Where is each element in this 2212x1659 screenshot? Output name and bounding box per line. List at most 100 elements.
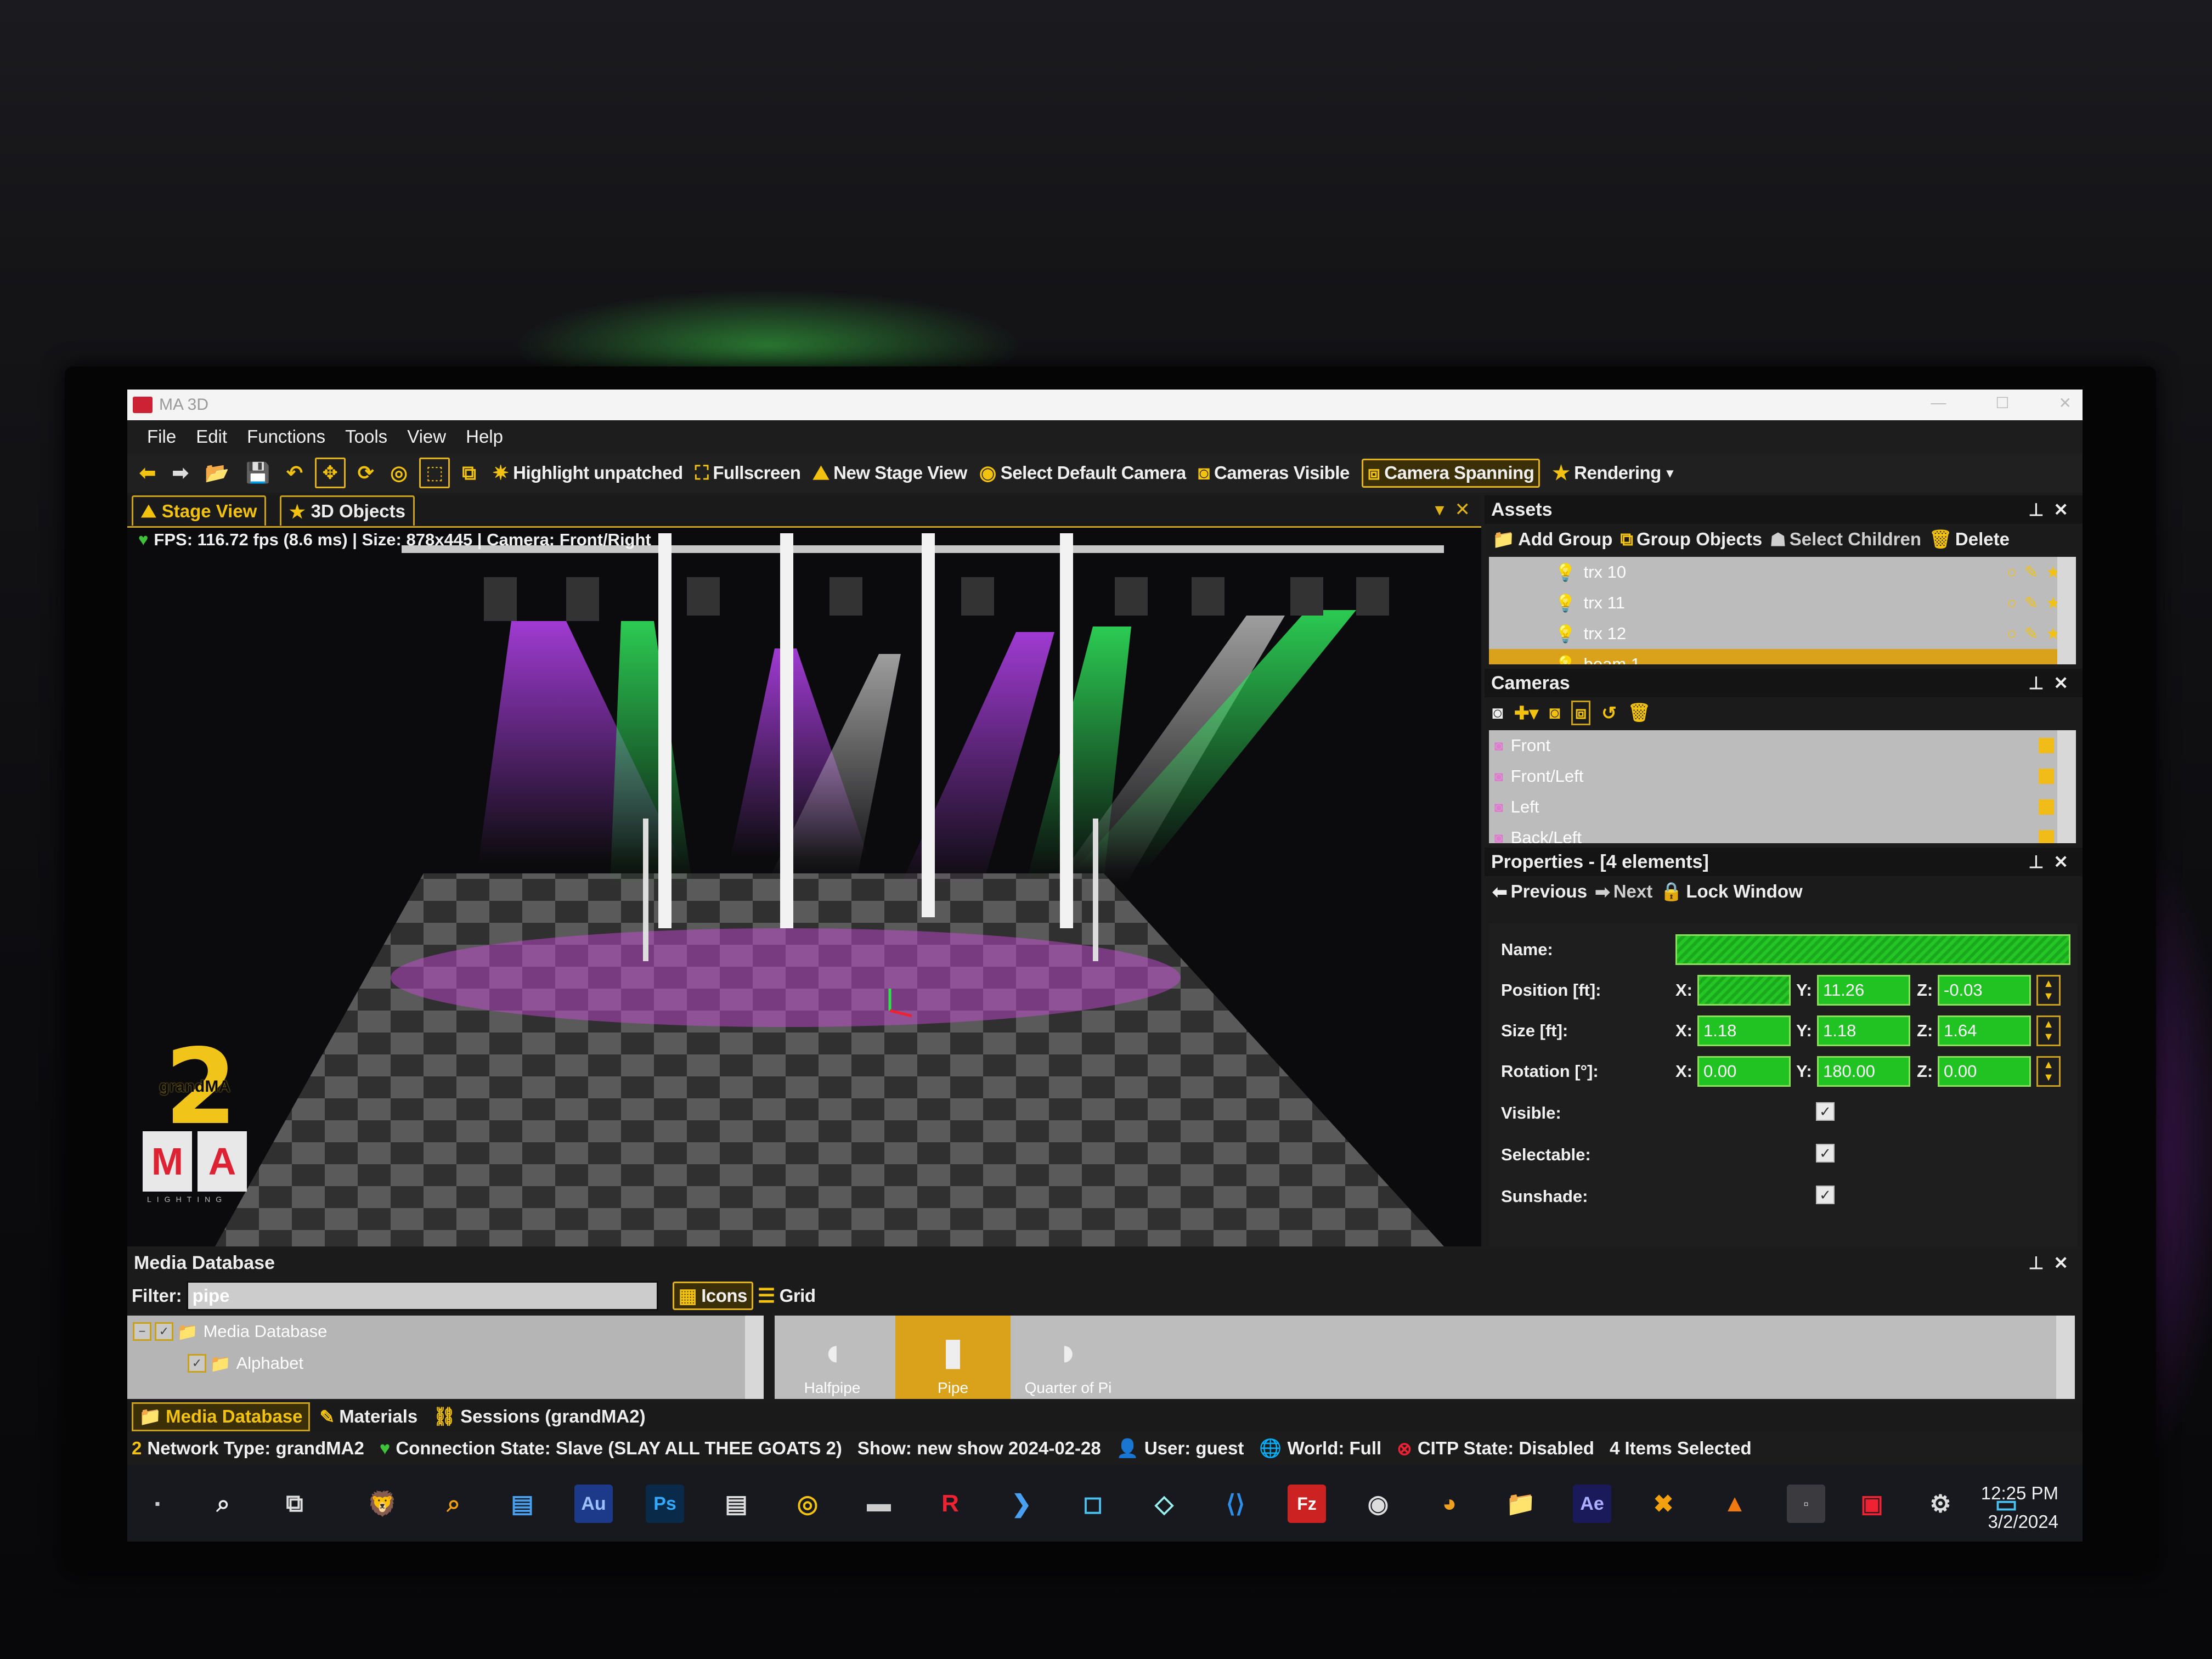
save-icon[interactable]: 💾 — [246, 461, 274, 484]
tree-item[interactable]: − ✓ 📁 Media Database — [127, 1316, 764, 1347]
position-z-field[interactable]: -0.03 — [1938, 975, 2031, 1006]
stage-view-3d[interactable]: ♥ FPS: 116.72 fps (8.6 ms) | Size: 878x44… — [127, 528, 1481, 1246]
rotation-x-field[interactable]: 0.00 — [1697, 1056, 1791, 1087]
search-icon[interactable]: ⌕ — [204, 1485, 242, 1523]
add-group-button[interactable]: 📁 Add Group — [1492, 529, 1612, 550]
camera-spanning-button[interactable]: ⧈ Camera Spanning — [1361, 458, 1541, 488]
back-arrow-icon[interactable]: ⬅ — [139, 461, 160, 484]
media-panel-controls[interactable]: ⊥ ✕ — [2029, 1252, 2068, 1273]
tab-materials[interactable]: ✎ Materials — [314, 1404, 424, 1430]
menu-view[interactable]: View — [407, 426, 446, 447]
next-button[interactable]: ➡ Next — [1595, 881, 1652, 902]
maximize-icon[interactable]: ☐ — [1995, 394, 2009, 412]
name-field[interactable] — [1675, 934, 2070, 965]
size-z-field[interactable]: 1.64 — [1938, 1015, 2031, 1046]
position-x-field[interactable] — [1697, 975, 1791, 1006]
firefox-icon[interactable]: ◕ — [1430, 1485, 1469, 1523]
list-item[interactable]: 💡 trx 10 ○✎★ — [1489, 557, 2076, 588]
assets-panel-controls[interactable]: ⊥ ✕ — [2029, 499, 2068, 520]
audition-icon[interactable]: Au — [574, 1485, 613, 1523]
media-tile-quarter[interactable]: ◗ Quarter of Pi — [1011, 1316, 1126, 1399]
terminal-icon[interactable]: ▬ — [860, 1485, 898, 1523]
window-app-icon[interactable]: ◻ — [1074, 1485, 1112, 1523]
list-item[interactable]: ◙ Back/Left — [1489, 822, 2076, 843]
media-tile-pipe[interactable]: ▮ Pipe — [895, 1316, 1011, 1399]
close-window-icon[interactable]: ✕ — [2059, 394, 2072, 412]
group-objects-button[interactable]: ⧉ Group Objects — [1620, 529, 1762, 550]
list-item[interactable]: ◙ Front/Left — [1489, 761, 2076, 792]
camera-snapshot-icon[interactable]: ◙ — [1549, 702, 1564, 723]
list-item[interactable]: ◙ Left — [1489, 792, 2076, 822]
menu-edit[interactable]: Edit — [196, 426, 227, 447]
open-folder-icon[interactable]: 📂 — [205, 461, 233, 484]
photoshop-icon[interactable]: Ps — [646, 1485, 684, 1523]
cameras-scrollbar[interactable] — [2057, 730, 2076, 843]
previous-button[interactable]: ⬅ Previous — [1492, 881, 1587, 902]
brave-icon[interactable]: 🦁 — [363, 1485, 402, 1523]
menu-file[interactable]: File — [147, 426, 176, 447]
fullscreen-button[interactable]: ⛶ Fullscreen — [695, 461, 801, 485]
media-tile-halfpipe[interactable]: ◖ Halfpipe — [775, 1316, 890, 1399]
delete-camera-icon[interactable]: 🗑 — [1628, 702, 1654, 724]
icons-view-button[interactable]: ▦ Icons — [672, 1282, 753, 1310]
minimize-icon[interactable]: — — [1931, 394, 1946, 412]
select-frame-icon[interactable]: ⬚ — [419, 458, 450, 488]
settings-icon[interactable]: ⚙ — [1921, 1485, 1960, 1523]
start-icon[interactable]: ▪ — [138, 1485, 177, 1523]
target-tool-icon[interactable]: ◎ — [390, 461, 411, 484]
running-app-icon[interactable]: ▫ — [1787, 1485, 1825, 1523]
tab-sessions[interactable]: ⛓ Sessions (grandMA2) — [427, 1404, 651, 1430]
list-item-selected[interactable]: 💡 beam 1 — [1489, 649, 2076, 664]
cameras-panel-controls[interactable]: ⊥ ✕ — [2029, 673, 2068, 693]
camera-spanning-icon[interactable]: ⧈ — [1571, 700, 1594, 725]
rendering-dropdown[interactable]: ★ Rendering ▾ — [1552, 461, 1673, 484]
file-icon[interactable]: ▤ — [503, 1485, 541, 1523]
tree-checkbox[interactable]: ✓ — [155, 1322, 173, 1341]
dropdown-icon[interactable]: ▾ — [1435, 499, 1444, 520]
menu-help[interactable]: Help — [466, 426, 503, 447]
tab-media-database[interactable]: 📁 Media Database — [132, 1402, 310, 1431]
delete-asset-button[interactable]: 🗑 Delete — [1929, 529, 2010, 550]
camera-frame-icon[interactable]: ⧉ — [462, 461, 480, 485]
r-app-icon[interactable]: R — [931, 1485, 969, 1523]
rotation-z-field[interactable]: 0.00 — [1938, 1056, 2031, 1087]
selectable-checkbox[interactable]: ✓ — [1816, 1144, 1835, 1163]
highlight-unpatched-button[interactable]: ✷ Highlight unpatched — [492, 461, 683, 484]
tab-3d-objects[interactable]: ★ 3D Objects — [280, 495, 415, 526]
tree-checkbox[interactable]: ✓ — [188, 1354, 206, 1373]
after-effects-icon[interactable]: Ae — [1573, 1485, 1611, 1523]
ma3d-icon[interactable]: ▣ — [1853, 1485, 1891, 1523]
select-default-camera-button[interactable]: ◉ Select Default Camera — [979, 461, 1186, 484]
visible-checkbox[interactable]: ✓ — [1816, 1102, 1835, 1121]
tab-stage-view[interactable]: ⛰ Stage View — [132, 495, 267, 526]
filezilla-icon[interactable]: Fz — [1288, 1485, 1326, 1523]
game-icon[interactable]: ✖ — [1644, 1485, 1683, 1523]
move-tool-icon[interactable]: ✥ — [314, 458, 346, 488]
powershell-icon[interactable]: ❯ — [1002, 1485, 1041, 1523]
position-stepper[interactable]: ▲ ▼ — [2036, 975, 2061, 1006]
document-icon[interactable]: ▤ — [717, 1485, 755, 1523]
tree-scrollbar[interactable] — [745, 1316, 764, 1399]
size-y-field[interactable]: 1.18 — [1817, 1015, 1910, 1046]
notes-icon[interactable]: ◇ — [1145, 1485, 1183, 1523]
undo-icon[interactable]: ↶ — [286, 461, 307, 484]
rotate-tool-icon[interactable]: ⟳ — [358, 461, 379, 484]
icons-scrollbar[interactable] — [2056, 1316, 2075, 1399]
position-y-field[interactable]: 11.26 — [1817, 975, 1910, 1006]
vscode-icon[interactable]: ⟨⟩ — [1216, 1485, 1255, 1523]
reset-camera-icon[interactable]: ↺ — [1601, 702, 1620, 724]
rotation-stepper[interactable]: ▲ ▼ — [2036, 1056, 2061, 1087]
menu-functions[interactable]: Functions — [247, 426, 325, 447]
select-children-button[interactable]: ☗ Select Children — [1770, 529, 1921, 550]
vlc-icon[interactable]: ▲ — [1716, 1485, 1754, 1523]
clock[interactable]: 12:25 PM 3/2/2024 — [1981, 1479, 2058, 1536]
tree-item[interactable]: ✓ 📁 Alphabet — [127, 1347, 764, 1379]
list-item[interactable]: 💡 trx 12 ○✎★ — [1489, 618, 2076, 649]
collapse-icon[interactable]: − — [133, 1322, 151, 1341]
close-tab-icon[interactable]: ✕ — [1455, 499, 1471, 520]
assets-scrollbar[interactable] — [2057, 557, 2076, 664]
task-view-icon[interactable]: ⧉ — [275, 1485, 314, 1523]
size-x-field[interactable]: 1.18 — [1697, 1015, 1791, 1046]
list-item[interactable]: 💡 trx 11 ○✎★ — [1489, 588, 2076, 618]
lock-window-button[interactable]: 🔒 Lock Window — [1660, 881, 1802, 902]
